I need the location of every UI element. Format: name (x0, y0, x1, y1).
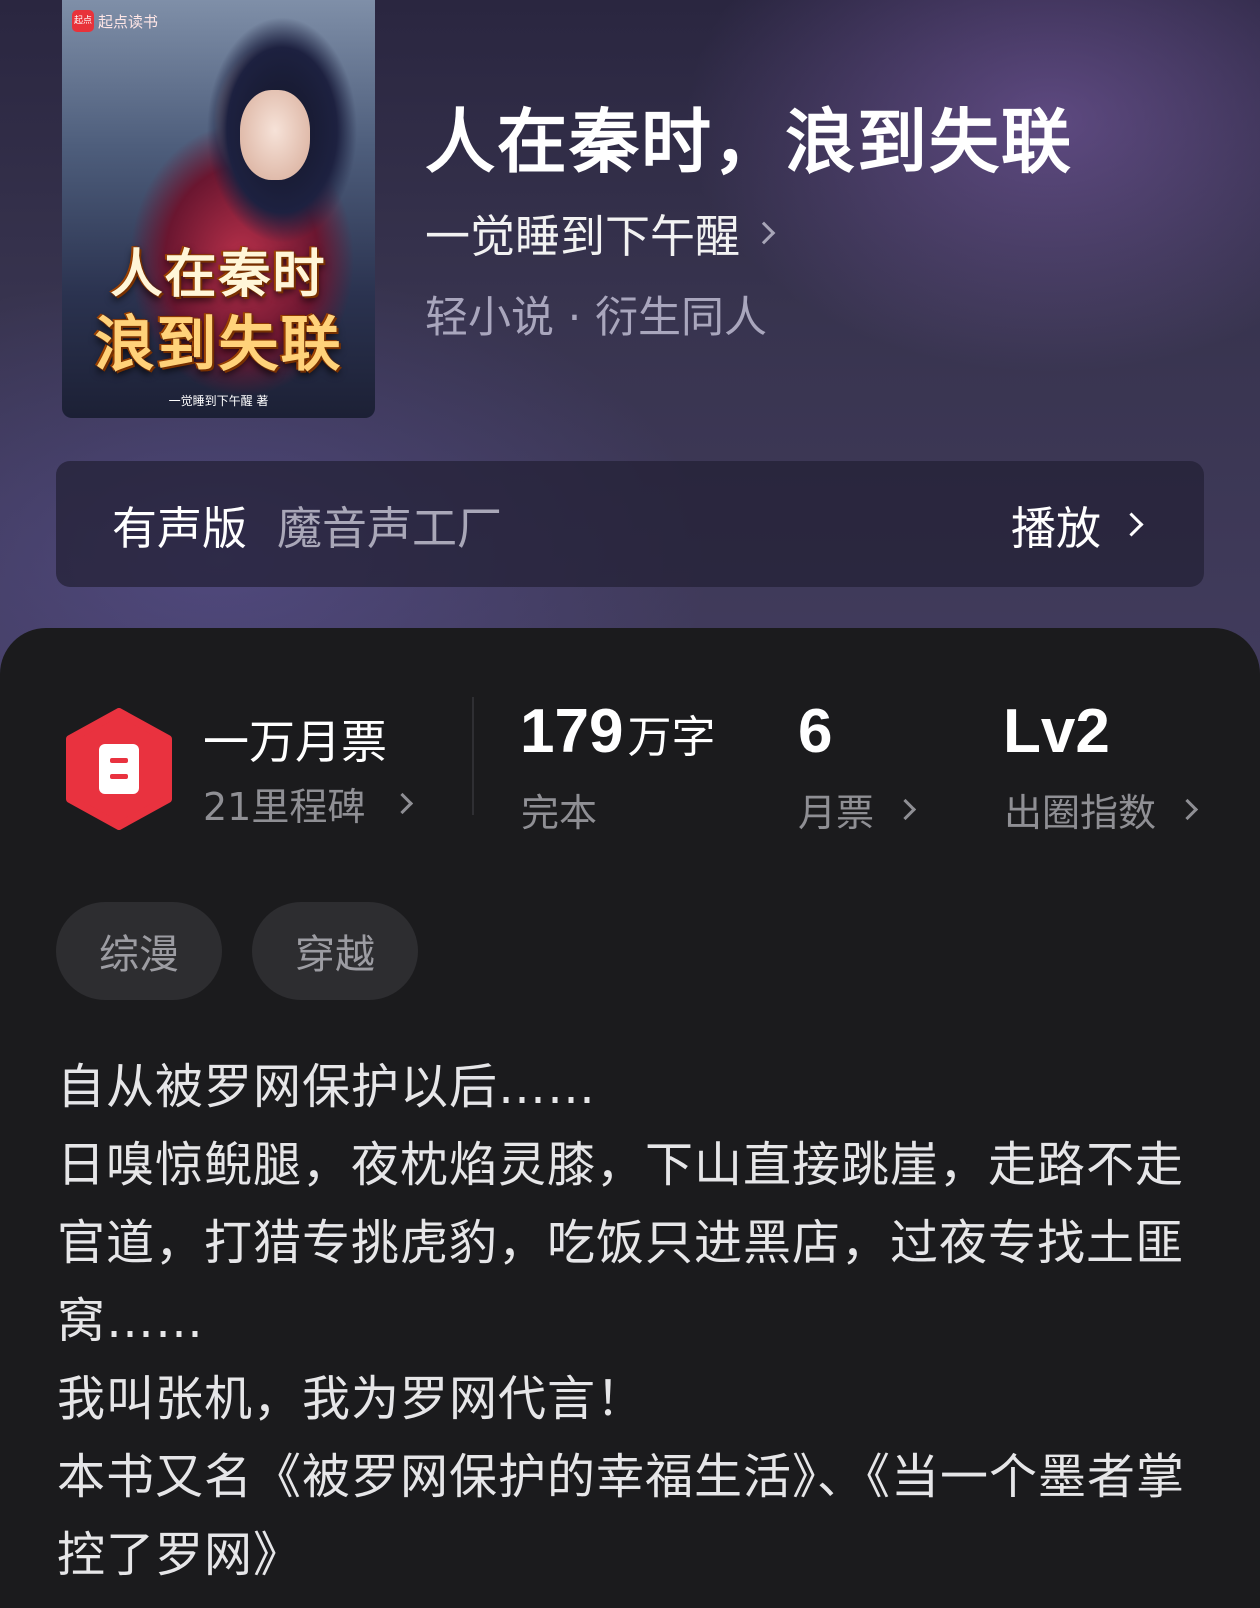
cover-brand-text: 起点读书 (98, 12, 159, 31)
description-line: 日嗅惊鲵腿，夜枕焰灵膝，下山直接跳崖，走路不走官道，打猎专挑虎豹，吃饭只进黑店，… (57, 1137, 1185, 1349)
book-genre: 轻小说 · 衍生同人 (425, 293, 768, 343)
book-description[interactable]: 自从被罗网保护以后…… 日嗅惊鲵腿，夜枕焰灵膝，下山直接跳崖，走路不走官道，打猎… (57, 1048, 1217, 1594)
influence-index-link[interactable]: 出圈指数 (1004, 782, 1199, 837)
monthly-tickets-count: 6 (798, 697, 833, 766)
book-status: 完本 (521, 791, 598, 835)
chevron-right-icon (894, 798, 917, 821)
word-count-value: 179 (520, 697, 624, 766)
cover-art-face (240, 90, 310, 180)
cover-brand-badge: 起点 起点读书 (72, 10, 158, 32)
word-count-unit: 万字 (627, 712, 716, 763)
audio-label: 有声版 (112, 501, 248, 555)
chevron-right-icon (752, 221, 776, 244)
chevron-right-icon (1119, 511, 1144, 537)
tag-chip[interactable]: 穿越 (252, 902, 418, 1000)
monthly-tickets-label: 月票 (798, 791, 875, 835)
book-title: 人在秦时，浪到失联 (425, 100, 1073, 183)
description-line: 本书又名《被罗网保护的幸福生活》、《当一个墨者掌控了罗网》 (57, 1449, 1186, 1583)
book-cover[interactable]: 起点 起点读书 人在秦时 浪到失联 一觉睡到下午醒 著 (62, 0, 375, 418)
milestones-label: 21里程碑 (203, 785, 366, 829)
chevron-right-icon (1176, 798, 1199, 821)
chevron-right-icon (392, 792, 414, 815)
play-label: 播放 (1010, 501, 1101, 555)
monthly-ticket-icon[interactable] (64, 708, 174, 830)
description-line: 我叫张机，我为罗网代言！ (57, 1371, 646, 1427)
monthly-tickets-link[interactable]: 月票 (798, 782, 917, 837)
influence-index-label: 出圈指数 (1004, 791, 1157, 835)
stat-divider (472, 697, 474, 815)
audio-version-bar[interactable]: 有声版 魔音声工厂 播放 (56, 461, 1204, 587)
ticket-badge-title: 一万月票 (203, 715, 387, 769)
description-line: 自从被罗网保护以后…… (57, 1059, 597, 1115)
audio-studio: 魔音声工厂 (277, 501, 503, 555)
word-count: 179万字 (520, 696, 715, 767)
influence-level: Lv2 (1003, 697, 1110, 766)
milestones-link[interactable]: 21里程碑 (203, 776, 414, 831)
author-link[interactable]: 一觉睡到下午醒 (425, 200, 776, 265)
qidian-logo-icon: 起点 (72, 10, 94, 32)
book-header: 起点 起点读书 人在秦时 浪到失联 一觉睡到下午醒 著 人在秦时，浪到失联 一觉… (0, 0, 1260, 700)
tag-chip[interactable]: 综漫 (56, 902, 222, 1000)
play-button[interactable]: 播放 (1010, 492, 1144, 557)
author-name: 一觉睡到下午醒 (425, 210, 741, 263)
cover-title-line2: 浪到失联 (94, 310, 343, 380)
cover-author: 一觉睡到下午醒 著 (168, 394, 269, 408)
